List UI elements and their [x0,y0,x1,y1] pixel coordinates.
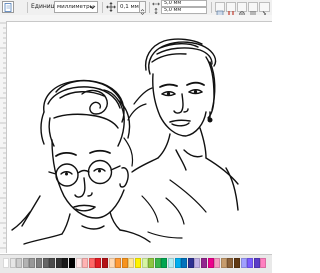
color-swatch[interactable] [3,258,9,268]
color-swatch[interactable] [36,258,42,268]
color-swatch[interactable] [253,258,260,268]
color-swatch[interactable] [88,258,95,268]
color-swatch[interactable] [69,258,75,268]
color-swatch[interactable] [121,258,128,268]
sketch-strokes [123,87,207,239]
color-swatch[interactable] [214,258,221,268]
color-swatch[interactable] [128,258,135,268]
color-swatch[interactable] [227,258,234,268]
color-swatch[interactable] [62,258,69,268]
color-swatch[interactable] [82,258,89,268]
color-swatch[interactable] [22,258,29,268]
line-art-portrait[interactable] [0,0,272,272]
color-swatch[interactable] [95,258,102,268]
color-swatch[interactable] [115,258,122,268]
color-swatch[interactable] [49,258,56,268]
color-swatch[interactable] [260,258,267,268]
color-swatch[interactable] [207,258,214,268]
color-swatch[interactable] [154,258,161,268]
color-swatch[interactable] [42,258,49,268]
color-swatch[interactable] [102,258,108,268]
color-swatch[interactable] [174,258,181,268]
color-swatch[interactable] [141,258,148,268]
portrait-left-person [11,79,151,245]
color-swatch[interactable] [75,258,82,268]
portrait-right-person [131,38,239,211]
color-swatch[interactable] [234,258,240,268]
color-swatch[interactable] [148,258,155,268]
color-swatch[interactable] [240,258,247,268]
color-swatch[interactable] [181,258,188,268]
color-swatch[interactable] [108,258,115,268]
color-palette [0,254,272,273]
color-swatch[interactable] [187,258,194,268]
color-swatch[interactable] [135,258,141,268]
color-swatch[interactable] [55,258,62,268]
color-swatch[interactable] [168,258,174,268]
color-swatch[interactable] [201,258,207,268]
color-swatch[interactable] [9,258,16,268]
color-swatch[interactable] [220,258,227,268]
color-swatch[interactable] [247,258,254,268]
color-swatch[interactable] [16,258,23,268]
color-swatch[interactable] [29,258,36,268]
color-swatch[interactable] [161,258,168,268]
color-swatch[interactable] [194,258,201,268]
drawing-canvas[interactable] [7,22,272,254]
